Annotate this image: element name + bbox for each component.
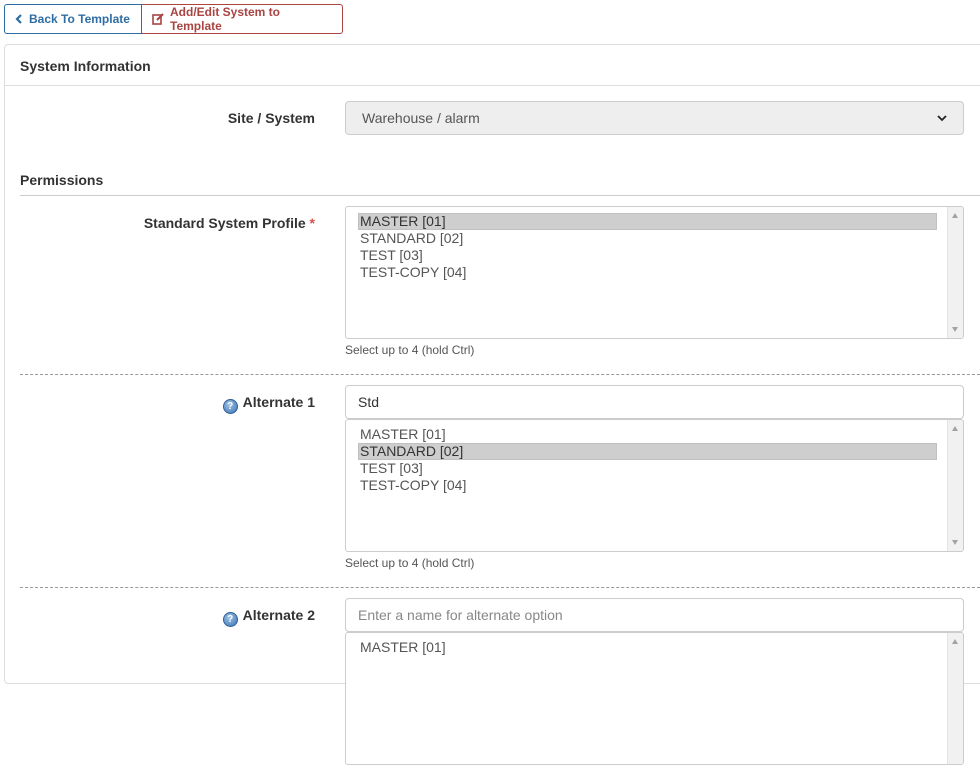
alternate2-label-text: Alternate 2 [242,607,315,623]
alternate1-options: MASTER [01] STANDARD [02] TEST [03] TEST-CO… [358,426,937,494]
standard-profile-label: Standard System Profile * [144,215,315,231]
site-system-label: Site / System [227,110,315,126]
alternate1-name-input[interactable] [345,385,964,419]
list-option[interactable]: MASTER [01] [358,213,937,230]
toolbar: Back To Template Add/Edit System to Temp… [4,4,343,34]
list-option[interactable]: MASTER [01] [358,639,937,656]
add-edit-system-label: Add/Edit System to Template [170,5,281,33]
question-circle-icon[interactable]: ? [222,399,238,414]
scroll-up-arrow-icon[interactable] [952,639,958,644]
required-marker: * [309,215,315,231]
list-option[interactable]: TEST-COPY [04] [358,264,937,281]
scroll-up-arrow-icon[interactable] [952,426,958,431]
panel-title: System Information [20,58,151,74]
standard-profile-listbox[interactable]: MASTER [01] STANDARD [02] TEST [03] TEST-CO… [345,206,964,339]
list-option[interactable]: STANDARD [02] [358,443,937,460]
scroll-down-arrow-icon[interactable] [952,327,958,332]
alternate2-label: ? Alternate 2 [222,607,315,627]
list-option[interactable]: TEST [03] [358,247,937,264]
alternate2-options: MASTER [01] [358,639,937,656]
standard-profile-hint: Select up to 4 (hold Ctrl) [345,343,475,357]
scrollbar[interactable] [947,633,963,764]
permissions-section-title: Permissions [20,172,104,188]
standard-profile-label-text: Standard System Profile [143,215,306,231]
alternate1-listbox[interactable]: MASTER [01] STANDARD [02] TEST [03] TEST-CO… [345,419,964,552]
alternate1-hint: Select up to 4 (hold Ctrl) [345,556,475,570]
list-option[interactable]: MASTER [01] [358,426,937,443]
panel-heading: System Information [5,45,980,86]
scroll-up-arrow-icon[interactable] [952,213,958,218]
back-to-template-label: Back To Template [29,12,130,26]
chevron-left-icon [15,14,23,24]
divider-dashed [20,374,980,375]
scrollbar[interactable] [947,420,963,551]
system-information-panel: System Information [4,44,980,684]
edit-icon [152,13,164,25]
site-system-select[interactable]: Warehouse / alarm [345,101,964,135]
list-option[interactable]: STANDARD [02] [358,230,937,247]
standard-profile-options: MASTER [01] STANDARD [02] TEST [03] TEST-CO… [358,213,937,281]
scroll-down-arrow-icon[interactable] [952,540,958,545]
list-option[interactable]: TEST [03] [358,460,937,477]
alternate1-label-text: Alternate 1 [242,394,315,410]
chevron-down-icon [937,110,947,126]
add-edit-system-button[interactable]: Add/Edit System to Template [141,4,343,34]
site-system-selected-value: Warehouse / alarm [362,110,480,126]
alternate1-label: ? Alternate 1 [222,394,315,414]
scrollbar[interactable] [947,207,963,338]
alternate2-listbox[interactable]: MASTER [01] [345,632,964,765]
permissions-divider [20,195,980,196]
back-to-template-button[interactable]: Back To Template [4,4,142,34]
question-circle-icon[interactable]: ? [222,612,238,627]
alternate2-name-input[interactable] [345,598,964,632]
divider-dashed [20,587,980,588]
list-option[interactable]: TEST-COPY [04] [358,477,937,494]
